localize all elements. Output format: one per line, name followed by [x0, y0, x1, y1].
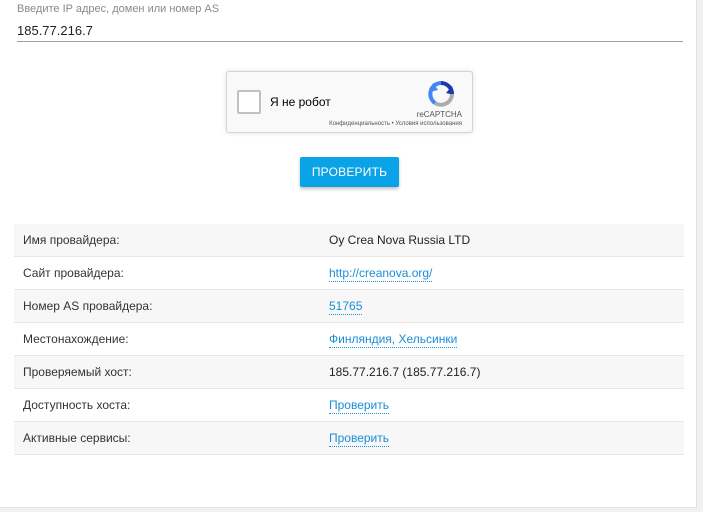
provider-as-link[interactable]: 51765: [329, 299, 363, 315]
table-row: Проверяемый хост: 185.77.216.7 (185.77.2…: [14, 355, 684, 389]
host-availability-key: Доступность хоста:: [14, 388, 329, 422]
provider-name-key: Имя провайдера:: [14, 224, 329, 257]
ip-input-label: Введите IP адрес, домен или номер AS: [17, 3, 220, 15]
recaptcha-links: Конфиденциальность • Условия использован…: [329, 121, 462, 127]
location-key: Местонахождение:: [14, 322, 329, 356]
table-row: Имя провайдера: Oy Crea Nova Russia LTD: [14, 224, 684, 257]
ip-input[interactable]: [17, 20, 683, 42]
provider-name-value: Oy Crea Nova Russia LTD: [329, 224, 684, 257]
active-services-key: Активные сервисы:: [14, 421, 329, 455]
checked-host-value: 185.77.216.7 (185.77.216.7): [329, 355, 684, 389]
recaptcha-logo-icon: [428, 81, 454, 107]
recaptcha-privacy-link[interactable]: Конфиденциальность: [329, 121, 390, 127]
provider-as-key: Номер AS провайдера:: [14, 289, 329, 323]
table-row: Доступность хоста: Проверить: [14, 388, 684, 422]
table-row: Местонахождение: Финляндия, Хельсинки: [14, 322, 684, 356]
location-link[interactable]: Финляндия, Хельсинки: [329, 332, 458, 348]
ip-lookup-panel: Введите IP адрес, домен или номер AS Я н…: [0, 0, 697, 508]
table-row: Номер AS провайдера: 51765: [14, 289, 684, 323]
recaptcha-terms-link[interactable]: Условия использования: [395, 121, 462, 127]
captcha-label: Я не робот: [270, 95, 331, 109]
recaptcha-brand: reCAPTCHA: [416, 110, 462, 119]
captcha-checkbox[interactable]: [237, 90, 261, 114]
recaptcha-widget: Я не робот reCAPTCHA Конфиденциальность …: [226, 71, 473, 133]
provider-site-link[interactable]: http://creanova.org/: [329, 266, 433, 282]
check-button[interactable]: ПРОВЕРИТЬ: [300, 157, 399, 187]
checked-host-key: Проверяемый хост:: [14, 355, 329, 389]
provider-site-key: Сайт провайдера:: [14, 256, 329, 290]
host-availability-link[interactable]: Проверить: [329, 398, 390, 414]
table-row: Активные сервисы: Проверить: [14, 421, 684, 455]
active-services-link[interactable]: Проверить: [329, 431, 390, 447]
results-table: Имя провайдера: Oy Crea Nova Russia LTD …: [14, 224, 684, 455]
table-row: Сайт провайдера: http://creanova.org/: [14, 256, 684, 290]
